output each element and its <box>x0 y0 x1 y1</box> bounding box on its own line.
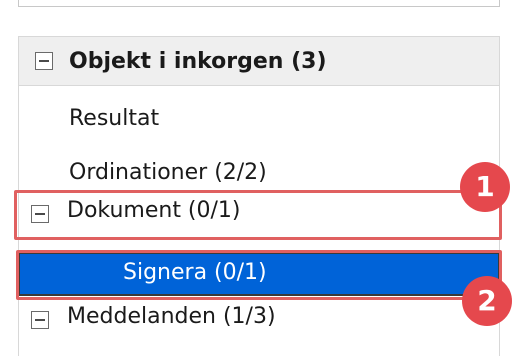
list-item-ordinationer[interactable]: Ordinationer (2/2) <box>69 160 267 185</box>
callout-highlight-1 <box>14 190 502 240</box>
collapse-icon[interactable] <box>31 311 49 329</box>
list-item-meddelanden[interactable]: Meddelanden (1/3) <box>67 304 276 329</box>
inbox-panel: Objekt i inkorgen (3) Resultat Ordinatio… <box>0 0 518 356</box>
inbox-title: Objekt i inkorgen (3) <box>69 49 327 74</box>
inbox-header[interactable]: Objekt i inkorgen (3) <box>18 36 500 86</box>
callout-highlight-2 <box>16 250 502 300</box>
previous-panel-edge <box>18 0 500 7</box>
callout-badge-2: 2 <box>462 276 512 326</box>
callout-badge-1: 1 <box>460 162 510 212</box>
list-item-resultat[interactable]: Resultat <box>69 106 159 131</box>
collapse-icon[interactable] <box>35 52 53 70</box>
